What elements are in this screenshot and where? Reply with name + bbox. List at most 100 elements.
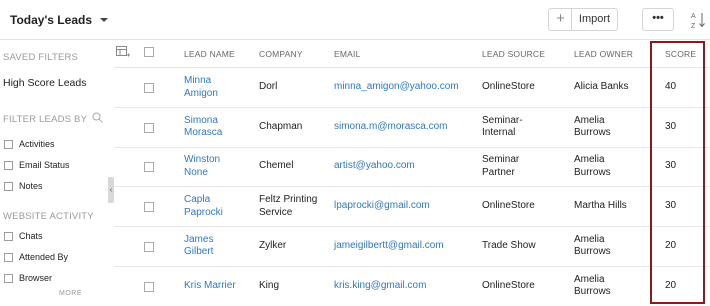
company-cell-line: Zylker [259, 239, 287, 251]
lead-source-cell: OnlineStore [482, 200, 535, 213]
checkbox[interactable] [4, 252, 13, 262]
lead-name-link-line: Minna [184, 75, 212, 86]
filter-label: Chats [19, 231, 43, 241]
top-bar: Today's Leads + Import ••• A Z [0, 0, 710, 40]
score-cell-line: 20 [665, 239, 677, 251]
row-checkbox[interactable] [144, 241, 154, 252]
company-cell-line: Chemel [259, 160, 294, 172]
email-link-line: jameigilbertt@gmail.com [334, 239, 444, 251]
lead-name-link-line: Amigon [184, 87, 218, 99]
add-lead-button[interactable]: + [548, 8, 572, 31]
score-cell-line: 30 [665, 200, 677, 212]
lead-owner-cell: Amelia Burrows [574, 274, 611, 299]
lead-owner-cell-line: Burrows [574, 127, 611, 139]
lead-name-link[interactable]: Capla Paprocki [184, 194, 223, 219]
lead-name-link[interactable]: James Gilbert [184, 234, 213, 259]
table-row[interactable]: Kris Marrier King kris.king@gmail.com Onlin… [114, 267, 710, 306]
filter-leads-heading: FILTER LEADS BY [3, 114, 88, 125]
score-cell-line: 20 [665, 279, 677, 291]
row-checkbox[interactable] [144, 202, 154, 213]
lead-source-cell: OnlineStore [482, 280, 535, 293]
table-row[interactable]: Simona Morasca Chapman simona.m@morasca.com… [114, 108, 710, 148]
lead-name-link[interactable]: Simona Morasca [184, 115, 222, 140]
checkbox[interactable] [4, 273, 13, 283]
company-cell: Dorl [259, 81, 277, 94]
email-link[interactable]: kris.king@gmail.com [334, 280, 426, 293]
company-cell: Chemel [259, 160, 293, 173]
lead-name-link-line: None [184, 166, 208, 178]
company-cell-line: Chapman [259, 120, 303, 132]
lead-name-link[interactable]: Winston None [184, 154, 220, 179]
company-cell: Feltz Printing Service [259, 194, 317, 219]
column-header-email[interactable]: EMAIL [334, 49, 361, 59]
company-cell: King [259, 280, 279, 293]
lead-name-link-line: Simona [184, 114, 218, 126]
column-header-lead-source[interactable]: LEAD SOURCE [482, 49, 545, 59]
lead-source-cell: Seminar Partner [482, 154, 519, 179]
row-checkbox[interactable] [144, 83, 154, 93]
select-all-checkbox[interactable] [144, 47, 154, 57]
table-row[interactable]: Capla Paprocki Feltz Printing Service lpapro… [114, 187, 710, 228]
company-cell-line: Feltz Printing [259, 194, 318, 206]
filter-email-status[interactable]: Email Status [4, 160, 70, 170]
filter-notes[interactable]: Notes [4, 181, 43, 191]
checkbox[interactable] [4, 139, 13, 149]
filter-chats[interactable]: Chats [4, 231, 43, 241]
column-header-lead-name[interactable]: LEAD NAME [184, 49, 235, 59]
checkbox[interactable] [4, 181, 13, 191]
company-cell-line: Dorl [259, 81, 278, 92]
website-activity-heading: WEBSITE ACTIVITY [3, 211, 94, 222]
email-link-line: lpaprocki@gmail.com [334, 200, 430, 212]
filter-activities[interactable]: Activities [4, 139, 55, 149]
filter-attended-by[interactable]: Attended By [4, 252, 68, 262]
more-filters-link[interactable]: MORE [59, 290, 82, 297]
column-settings-icon[interactable] [116, 46, 130, 58]
table-row[interactable]: Winston None Chemel artist@yahoo.com Seminar… [114, 147, 710, 188]
lead-owner-cell-line: Amelia [574, 273, 605, 285]
chevron-down-icon [100, 18, 108, 22]
lead-source-cell-line: Partner [482, 166, 515, 178]
score-cell: 30 [665, 121, 676, 134]
column-header-score[interactable]: SCORE [665, 49, 696, 59]
search-icon[interactable] [92, 112, 103, 123]
table-row[interactable]: James Gilbert Zylker jameigilbertt@gmail.co… [114, 227, 710, 267]
leads-table: LEAD NAME COMPANY EMAIL LEAD SOURCE LEAD… [114, 40, 710, 306]
lead-source-cell-line: Trade Show [482, 239, 536, 251]
lead-source-cell-line: OnlineStore [482, 279, 535, 291]
email-link[interactable]: jameigilbertt@gmail.com [334, 240, 444, 253]
lead-owner-cell-line: Amelia [574, 233, 605, 245]
lead-owner-cell: Alicia Banks [574, 81, 628, 94]
column-header-company[interactable]: COMPANY [259, 49, 303, 59]
lead-name-link[interactable]: Minna Amigon [184, 75, 218, 100]
import-button[interactable]: Import [571, 8, 618, 31]
view-selector[interactable]: Today's Leads [10, 13, 108, 27]
more-options-button[interactable]: ••• [642, 8, 674, 31]
filter-sidebar: SAVED FILTERS High Score Leads FILTER LE… [0, 40, 108, 306]
email-link[interactable]: lpaprocki@gmail.com [334, 200, 430, 213]
lead-name-link[interactable]: Kris Marrier [184, 280, 236, 293]
checkbox[interactable] [4, 160, 13, 170]
lead-name-link-line: Capla [184, 194, 211, 206]
row-checkbox[interactable] [144, 281, 154, 292]
sort-az-icon[interactable]: A Z [690, 10, 706, 30]
lead-source-cell-line: OnlineStore [482, 200, 535, 212]
email-link-line: artist@yahoo.com [334, 160, 415, 172]
filter-label: Email Status [19, 160, 70, 170]
saved-filter-item[interactable]: High Score Leads [3, 77, 86, 89]
score-cell: 30 [665, 160, 676, 173]
filter-browser[interactable]: Browser [4, 273, 52, 283]
email-link[interactable]: minna_amigon@yahoo.com [334, 81, 459, 94]
column-header-lead-owner[interactable]: LEAD OWNER [574, 49, 633, 59]
lead-owner-cell-line: Burrows [574, 246, 611, 258]
email-link[interactable]: artist@yahoo.com [334, 160, 415, 173]
row-checkbox[interactable] [144, 122, 154, 133]
filter-label: Browser [19, 273, 53, 283]
email-link[interactable]: simona.m@morasca.com [334, 121, 448, 134]
lead-owner-cell: Amelia Burrows [574, 234, 611, 259]
filter-label: Attended By [19, 252, 69, 262]
checkbox[interactable] [4, 231, 13, 241]
score-cell: 30 [665, 200, 676, 213]
table-row[interactable]: Minna Amigon Dorl minna_amigon@yahoo.com Onl… [114, 68, 710, 108]
row-checkbox[interactable] [144, 162, 154, 173]
score-cell-line: 40 [665, 81, 677, 92]
